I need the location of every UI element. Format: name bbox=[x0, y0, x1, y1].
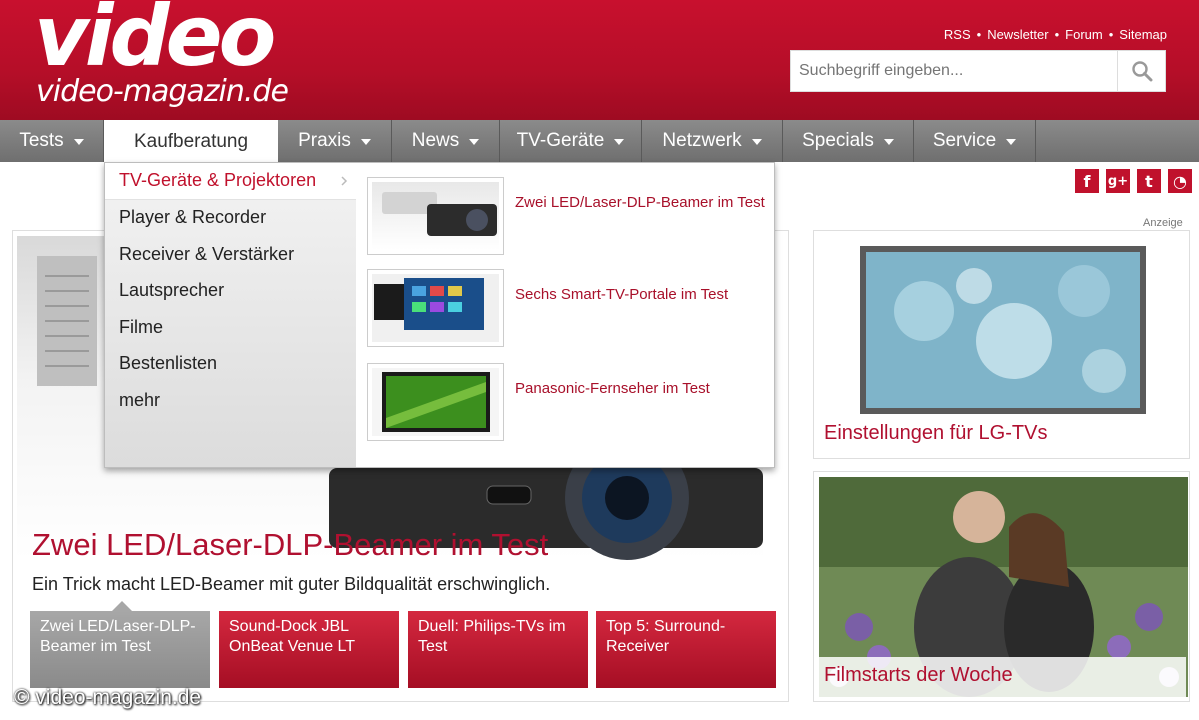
teaser-item[interactable]: Duell: Philips-TVs im Test bbox=[408, 611, 588, 688]
category-lautsprecher[interactable]: Lautsprecher bbox=[105, 273, 356, 310]
separator: • bbox=[976, 27, 982, 42]
hero-subtitle: Ein Trick macht LED-Beamer mit guter Bil… bbox=[32, 574, 551, 594]
facebook-icon[interactable]: f bbox=[1075, 169, 1099, 193]
article-title[interactable]: Panasonic-Fernseher im Test bbox=[515, 377, 765, 401]
chevron-down-icon bbox=[469, 139, 480, 145]
category-bestenlisten[interactable]: Bestenlisten bbox=[105, 346, 356, 383]
newsletter-link[interactable]: Newsletter bbox=[987, 27, 1048, 42]
chevron-down-icon bbox=[614, 139, 625, 145]
nav-specials[interactable]: Specials bbox=[783, 120, 914, 162]
article-thumbnail[interactable] bbox=[367, 177, 504, 255]
sidebar-box-lg-tvs[interactable]: Einstellungen für LG-TVs bbox=[813, 230, 1190, 459]
forum-link[interactable]: Forum bbox=[1065, 27, 1103, 42]
site-logo[interactable]: video bbox=[34, 0, 276, 78]
rss-link[interactable]: RSS bbox=[944, 27, 971, 42]
nav-tests[interactable]: Tests bbox=[0, 120, 104, 162]
nav-kaufberatung[interactable]: Kaufberatung bbox=[104, 120, 278, 164]
nav-tv-geraete-label: TV-Geräte bbox=[516, 130, 605, 151]
search-input[interactable] bbox=[791, 51, 1117, 91]
twitter-icon[interactable]: t bbox=[1137, 169, 1161, 193]
chevron-down-icon bbox=[1006, 139, 1017, 145]
nav-netzwerk[interactable]: Netzwerk bbox=[642, 120, 783, 162]
sidebar-caption[interactable]: Einstellungen für LG-TVs bbox=[824, 422, 1047, 445]
projector-thumb bbox=[382, 192, 497, 236]
category-mehr[interactable]: mehr bbox=[105, 382, 356, 419]
category-filme[interactable]: Filme bbox=[105, 309, 356, 346]
separator: • bbox=[1108, 27, 1114, 42]
top-links: RSS • Newsletter • Forum • Sitemap bbox=[944, 27, 1167, 42]
google-plus-icon[interactable]: g+ bbox=[1106, 169, 1130, 193]
smart-tv-thumb bbox=[374, 278, 484, 330]
nav-netzwerk-label: Netzwerk bbox=[662, 130, 742, 151]
kaufberatung-dropdown: TV-Geräte & Projektoren Player & Recorde… bbox=[104, 162, 775, 468]
chevron-down-icon bbox=[883, 139, 894, 145]
nav-kaufberatung-label: Kaufberatung bbox=[133, 131, 249, 152]
nav-praxis[interactable]: Praxis bbox=[278, 120, 392, 162]
sidebar-caption[interactable]: Filmstarts der Woche bbox=[824, 664, 1013, 687]
category-label: TV-Geräte & Projektoren bbox=[119, 170, 317, 191]
copyright-watermark: © video-magazin.de bbox=[14, 686, 202, 709]
teaser-item[interactable]: Sound-Dock JBL OnBeat Venue LT bbox=[219, 611, 399, 688]
featured-article[interactable]: Sechs Smart-TV-Portale im Test bbox=[367, 269, 767, 357]
nav-news[interactable]: News bbox=[392, 120, 500, 162]
chevron-down-icon bbox=[73, 139, 84, 145]
nav-tv-geraete[interactable]: TV-Geräte bbox=[500, 120, 642, 162]
category-tv-projektoren[interactable]: TV-Geräte & Projektoren bbox=[105, 163, 356, 200]
article-thumbnail[interactable] bbox=[367, 363, 504, 441]
panasonic-tv-thumb bbox=[382, 372, 490, 432]
article-title[interactable]: Zwei LED/Laser-DLP-Beamer im Test bbox=[515, 191, 765, 215]
search-icon bbox=[1131, 61, 1152, 82]
main-nav: Tests Kaufberatung Praxis News TV-Geräte… bbox=[0, 120, 1199, 164]
nav-news-label: News bbox=[411, 130, 460, 151]
chevron-down-icon bbox=[751, 139, 762, 145]
sitemap-link[interactable]: Sitemap bbox=[1119, 27, 1167, 42]
site-logo-domain[interactable]: video-magazin.de bbox=[36, 74, 289, 109]
article-thumbnail[interactable] bbox=[367, 269, 504, 347]
tv-image bbox=[860, 246, 1146, 414]
article-title[interactable]: Sechs Smart-TV-Portale im Test bbox=[515, 283, 765, 307]
featured-article[interactable]: Panasonic-Fernseher im Test bbox=[367, 363, 767, 451]
category-player-recorder[interactable]: Player & Recorder bbox=[105, 200, 356, 237]
chevron-down-icon bbox=[360, 139, 371, 145]
category-receiver-verstaerker[interactable]: Receiver & Verstärker bbox=[105, 236, 356, 273]
featured-article[interactable]: Zwei LED/Laser-DLP-Beamer im Test bbox=[367, 177, 767, 265]
hero-title[interactable]: Zwei LED/Laser-DLP-Beamer im Test bbox=[32, 527, 548, 563]
separator: • bbox=[1054, 27, 1060, 42]
ad-label: Anzeige bbox=[1143, 217, 1183, 229]
teaser-pointer bbox=[112, 601, 132, 611]
chevron-right-icon bbox=[341, 176, 348, 186]
nav-praxis-label: Praxis bbox=[298, 130, 351, 151]
nav-service-label: Service bbox=[932, 130, 997, 151]
nav-service[interactable]: Service bbox=[914, 120, 1036, 162]
search-button[interactable] bbox=[1117, 51, 1165, 91]
search-box bbox=[790, 50, 1166, 92]
rss-icon[interactable]: ◔ bbox=[1168, 169, 1192, 193]
nav-tests-label: Tests bbox=[19, 130, 64, 151]
teaser-item[interactable]: Zwei LED/Laser-DLP-Beamer im Test bbox=[30, 611, 210, 688]
category-list: TV-Geräte & Projektoren Player & Recorde… bbox=[105, 163, 356, 467]
sidebar-box-filmstarts[interactable]: Filmstarts der Woche bbox=[813, 471, 1190, 702]
nav-specials-label: Specials bbox=[802, 130, 874, 151]
teaser-item[interactable]: Top 5: Surround-Receiver bbox=[596, 611, 776, 688]
site-header: video video-magazin.de RSS • Newsletter … bbox=[0, 0, 1199, 120]
